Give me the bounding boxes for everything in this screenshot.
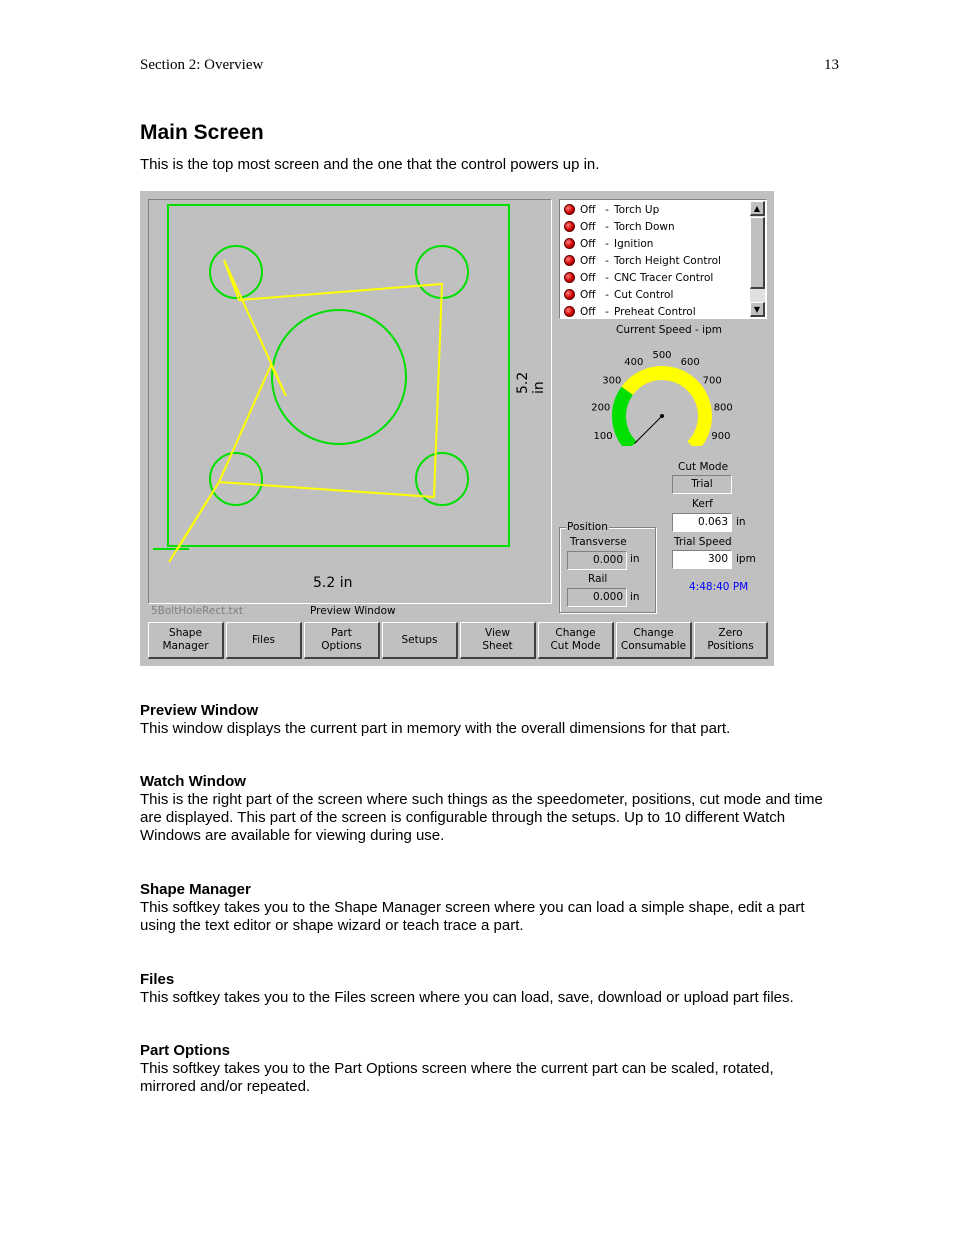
cut-mode-label: Cut Mode — [678, 461, 729, 473]
preview-window[interactable]: 5.2 in 5.2 in — [148, 199, 552, 604]
view-sheet-button[interactable]: View Sheet — [460, 622, 536, 659]
off-led-icon — [564, 255, 575, 266]
gauge-tick-label: 600 — [681, 357, 700, 368]
status-name: Preheat Control — [614, 305, 696, 318]
speedometer-title: Current Speed - ipm — [616, 324, 722, 336]
files-button[interactable]: Files — [226, 622, 302, 659]
part-preview-drawing — [153, 204, 510, 563]
gauge-tick-label: 900 — [711, 431, 730, 442]
off-led-icon — [564, 306, 575, 317]
status-name: Torch Down — [614, 220, 675, 233]
status-row: Off - Torch Down — [564, 218, 675, 235]
status-row: Off - Cut Control — [564, 286, 673, 303]
status-row: Off - Torch Height Control — [564, 252, 721, 269]
off-led-icon — [564, 272, 575, 283]
status-row: Off - Preheat Control — [564, 303, 696, 320]
gauge-tick-label: 700 — [703, 376, 722, 387]
speedometer-gauge: 01002003004005006007008009001000 — [591, 350, 733, 446]
gauge-tick-label: 400 — [624, 357, 643, 368]
transverse-label: Transverse — [570, 536, 627, 548]
kerf-field[interactable]: 0.063 — [672, 513, 732, 532]
page-title: Main Screen — [140, 121, 264, 144]
section-header: Section 2: Overview — [140, 57, 264, 73]
gauge-tick-label: 800 — [714, 402, 733, 413]
gauge-tick-label: 100 — [593, 431, 612, 442]
section-heading: Preview Window — [140, 702, 259, 719]
page-number: 13 — [824, 57, 839, 73]
zero-positions-button[interactable]: Zero Positions — [694, 622, 768, 659]
trial-speed-field[interactable]: 300 — [672, 550, 732, 569]
gauge-tick-label: 200 — [591, 402, 610, 413]
intro-text: This is the top most screen and the one … — [140, 156, 600, 173]
scroll-thumb[interactable] — [750, 217, 765, 289]
preview-height-label: 5.2 in — [515, 371, 547, 394]
preview-width-label: 5.2 in — [313, 575, 353, 591]
trial-speed-label: Trial Speed — [674, 536, 732, 548]
change-cut-mode-button[interactable]: Change Cut Mode — [538, 622, 614, 659]
trial-speed-unit: ipm — [736, 553, 756, 565]
kerf-unit: in — [736, 516, 746, 528]
off-led-icon — [564, 221, 575, 232]
setups-button[interactable]: Setups — [382, 622, 458, 659]
kerf-label: Kerf — [692, 498, 713, 510]
part-options-button[interactable]: Part Options — [304, 622, 380, 659]
scroll-up-icon[interactable]: ▲ — [750, 201, 765, 216]
off-led-icon — [564, 204, 575, 215]
section-heading: Part Options — [140, 1042, 231, 1059]
traverse-path — [168, 259, 444, 563]
status-name: Torch Height Control — [614, 254, 721, 267]
section-heading: Files — [140, 971, 175, 988]
status-name: Cut Control — [614, 288, 674, 301]
io-status-list[interactable]: Off - Torch Up Off - Torch Down Off - Ignition… — [559, 199, 767, 319]
off-led-icon — [564, 289, 575, 300]
change-consumable-button[interactable]: Change Consumable — [616, 622, 692, 659]
status-name: Ignition — [614, 237, 654, 250]
status-row: Off - CNC Tracer Control — [564, 269, 713, 286]
section-body: This softkey takes you to the Files scre… — [140, 989, 794, 1006]
center-hole — [271, 309, 407, 445]
status-row: Off - Ignition — [564, 235, 653, 252]
section-body: This is the right part of the screen whe… — [140, 791, 823, 844]
gauge-tick-label: 300 — [602, 376, 621, 387]
gauge-yellow-band — [621, 366, 712, 446]
bolt-hole-bottom-left — [209, 452, 263, 506]
shape-manager-button[interactable]: Shape Manager — [148, 622, 224, 659]
cut-mode-value: Trial — [672, 475, 732, 494]
off-led-icon — [564, 238, 575, 249]
section-body: This window displays the current part in… — [140, 720, 731, 737]
status-scrollbar[interactable]: ▲ ▼ — [750, 201, 765, 317]
status-name: CNC Tracer Control — [614, 271, 714, 284]
gauge-tick-label: 500 — [652, 350, 671, 361]
gauge-green-band — [612, 386, 637, 446]
gauge-hub — [660, 414, 664, 418]
transverse-unit: in — [630, 553, 640, 565]
rail-value: 0.000 — [567, 588, 627, 607]
main-screen-screenshot: 5.2 in 5.2 in 5BoltHoleRect.txt Preview … — [140, 191, 774, 666]
section-body: This softkey takes you to the Part Optio… — [140, 1060, 774, 1095]
transverse-value: 0.000 — [567, 551, 627, 570]
section-heading: Watch Window — [140, 773, 246, 790]
loaded-filename: 5BoltHoleRect.txt — [151, 605, 243, 617]
section-body: This softkey takes you to the Shape Mana… — [140, 899, 805, 934]
rail-unit: in — [630, 591, 640, 603]
position-title: Position — [566, 521, 609, 533]
section-heading: Shape Manager — [140, 881, 251, 898]
preview-caption: Preview Window — [310, 605, 396, 617]
status-row: Off - Torch Up — [564, 201, 659, 218]
clock-time: 4:48:40 PM — [689, 581, 749, 593]
scroll-down-icon[interactable]: ▼ — [750, 302, 765, 317]
plate-outline — [167, 204, 510, 547]
status-name: Torch Up — [614, 203, 660, 216]
gauge-needle — [634, 415, 663, 444]
rail-label: Rail — [588, 573, 608, 585]
